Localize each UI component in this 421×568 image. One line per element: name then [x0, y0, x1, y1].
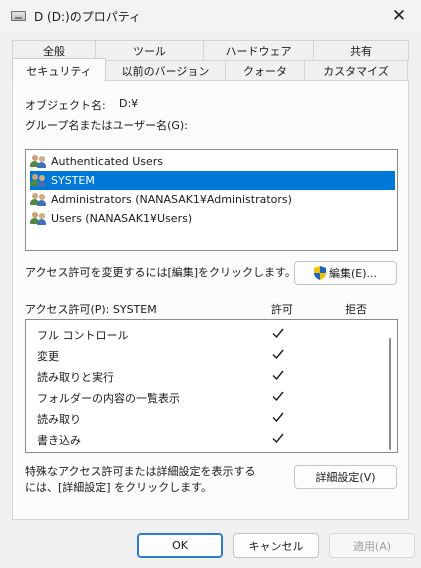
permission-name: フル コントロール [37, 329, 129, 342]
tab-previous-versions[interactable]: 以前のバージョン [105, 60, 226, 81]
user-name: SYSTEM [51, 174, 95, 187]
check-icon [272, 328, 284, 339]
list-item[interactable]: Administrators (NANASAK1¥Administrators) [30, 190, 395, 209]
ok-button[interactable]: OK [137, 533, 223, 558]
list-item[interactable]: Authenticated Users [30, 152, 395, 171]
users-group-icon [30, 154, 48, 169]
security-panel: オブジェクト名: D:¥ グループ名またはユーザー名(G): Authentic… [12, 80, 409, 520]
tab-customize[interactable]: カスタマイズ [304, 60, 408, 81]
users-group-icon [30, 173, 48, 188]
list-item[interactable]: SYSTEM [30, 171, 395, 190]
table-row: 変更 [26, 344, 376, 365]
table-row: フル コントロール [26, 323, 376, 344]
list-item[interactable]: Users (NANASAK1¥Users) [30, 209, 395, 228]
table-row: 読み取りと実行 [26, 365, 376, 386]
check-icon [272, 412, 284, 423]
check-icon [272, 391, 284, 402]
permission-name: フォルダーの内容の一覧表示 [37, 392, 180, 405]
user-listbox[interactable]: Authenticated Users SYSTEM Administrator… [25, 149, 398, 251]
table-row: フォルダーの内容の一覧表示 [26, 386, 376, 407]
uac-shield-icon [313, 266, 326, 280]
users-group-icon [30, 192, 48, 207]
cancel-button[interactable]: キャンセル [233, 533, 319, 558]
drive-icon [11, 11, 26, 21]
edit-button[interactable]: 編集(E)... [294, 261, 397, 285]
object-name-label: オブジェクト名: [25, 99, 106, 112]
tab-tools[interactable]: ツール [95, 40, 204, 61]
close-button[interactable]: ✕ [377, 0, 421, 32]
user-name: Authenticated Users [51, 155, 164, 168]
users-group-icon [30, 211, 48, 226]
advanced-hint-line2: には、[詳細設定] をクリックします。 [25, 481, 212, 494]
advanced-hint-line1: 特殊なアクセス許可または詳細設定を表示する [25, 465, 256, 478]
permissions-label: アクセス許可(P): SYSTEM [25, 303, 157, 316]
tab-row-bottom: セキュリティ 以前のバージョン クォータ カスタマイズ [12, 58, 408, 82]
tab-sharing[interactable]: 共有 [313, 40, 409, 61]
apply-button[interactable]: 適用(A) [329, 533, 415, 558]
tab-quota[interactable]: クォータ [225, 60, 305, 81]
check-icon [272, 349, 284, 360]
check-icon [272, 433, 284, 444]
check-icon [272, 370, 284, 381]
deny-header: 拒否 [345, 303, 367, 316]
window-title: D (D:)のプロパティ [34, 10, 141, 24]
permission-name: 書き込み [37, 434, 81, 447]
edit-button-label: 編集(E)... [328, 267, 378, 280]
table-row: 読み取り [26, 407, 376, 428]
table-row: 書き込み [26, 428, 376, 449]
permissions-list[interactable]: フル コントロール 変更 読み取りと実行 フォルダーの内容の一覧表示 読み取り … [25, 319, 398, 453]
change-hint: アクセス許可を変更するには[編集]をクリックします。 [25, 266, 296, 279]
group-label: グループ名またはユーザー名(G): [25, 119, 188, 132]
user-name: Administrators (NANASAK1¥Administrators) [51, 193, 292, 206]
permission-name: 読み取りと実行 [37, 371, 114, 384]
permission-name: 変更 [37, 350, 59, 363]
user-name: Users (NANASAK1¥Users) [51, 212, 193, 225]
permission-name: 読み取り [37, 413, 81, 426]
tab-security[interactable]: セキュリティ [12, 58, 106, 82]
allow-header: 許可 [271, 303, 293, 316]
scrollbar[interactable] [389, 338, 391, 450]
tab-hardware[interactable]: ハードウェア [203, 40, 314, 61]
advanced-button[interactable]: 詳細設定(V) [294, 465, 397, 489]
title-bar: D (D:)のプロパティ ✕ [0, 0, 421, 32]
object-name-value: D:¥ [119, 97, 139, 110]
